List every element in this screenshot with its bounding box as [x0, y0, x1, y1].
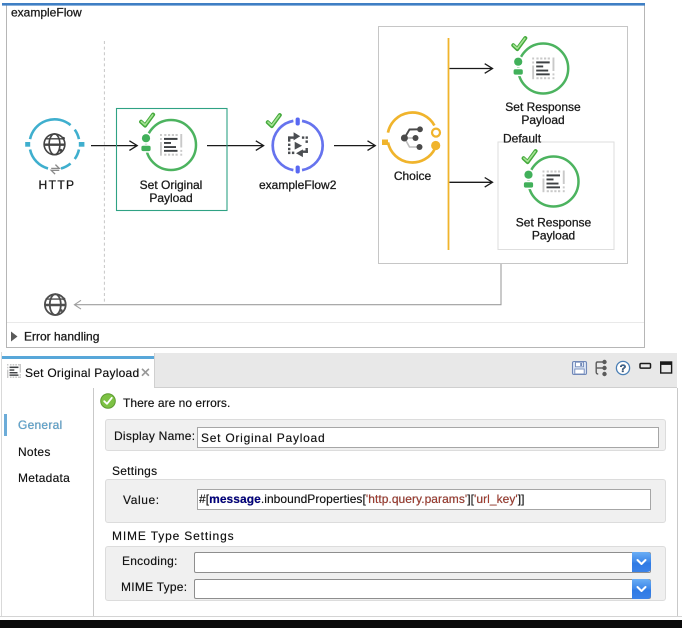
- svg-text:Set Response: Set Response: [505, 100, 581, 114]
- svg-text:exampleFlow: exampleFlow: [11, 6, 82, 20]
- svg-text:Choice: Choice: [394, 169, 432, 183]
- svg-text:?: ?: [620, 363, 627, 375]
- svg-text:Payload: Payload: [149, 191, 192, 205]
- svg-text:HTTP: HTTP: [39, 178, 76, 192]
- svg-text:Set Response: Set Response: [516, 216, 592, 230]
- svg-text:Default: Default: [503, 132, 542, 146]
- svg-text:Error handling: Error handling: [24, 330, 99, 344]
- svg-text:exampleFlow2: exampleFlow2: [259, 178, 337, 192]
- svg-text:Payload: Payload: [532, 229, 575, 243]
- svg-text:Set Original: Set Original: [140, 178, 203, 192]
- svg-text:Payload: Payload: [521, 113, 564, 127]
